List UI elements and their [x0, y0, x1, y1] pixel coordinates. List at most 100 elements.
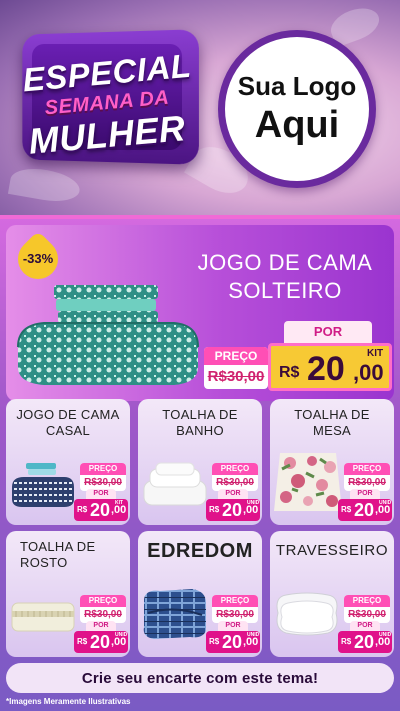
product-card-toalha-mesa[interactable]: TOALHA DE MESA PREÇO R$30,00 POR R$ 20 ,…	[270, 399, 394, 525]
card-title-line-2: BANHO	[176, 423, 224, 438]
tablecloth-image	[274, 453, 342, 511]
old-price-label: PREÇO	[212, 595, 258, 607]
logo-line-2: Aqui	[254, 104, 340, 146]
bath-towel-image	[143, 462, 207, 506]
hero-title-line-1: JOGO DE CAMA	[197, 250, 373, 275]
new-price-box: R$ 20 ,00 KIT	[74, 499, 128, 521]
card-title: TOALHA DE BANHO	[142, 407, 258, 439]
old-price-tag: PREÇO R$30,00	[80, 595, 126, 623]
price-integer: 20	[307, 350, 345, 388]
hero-offer-card[interactable]: -33% JOGO DE CAMA SOLTEIRO PREÇO R$30,00	[6, 225, 394, 401]
product-card-toalha-rosto[interactable]: TOALHA DE ROSTO PREÇO R$30,00 POR R$ 20 …	[6, 531, 130, 657]
product-card-toalha-banho[interactable]: TOALHA DE BANHO PREÇO R$30,00 POR R$ 20 …	[138, 399, 262, 525]
product-card-travesseiro[interactable]: TRAVESSEIRO PREÇO R$30,00 POR R$ 20 ,00 …	[270, 531, 394, 657]
double-bedding-image	[12, 463, 74, 507]
offers-section: -33% JOGO DE CAMA SOLTEIRO PREÇO R$30,00	[0, 215, 400, 711]
new-price-label: POR	[218, 489, 248, 499]
old-price-tag: PREÇO R$30,00	[80, 463, 126, 491]
new-price-label: POR	[86, 489, 116, 499]
new-price-label: POR	[350, 621, 380, 631]
old-price-label: PREÇO	[344, 595, 390, 607]
single-bedding-image	[17, 285, 199, 385]
price-unit: UNID	[379, 500, 392, 506]
currency-symbol: R$	[209, 637, 220, 646]
card-title-line-2: CASAL	[45, 423, 91, 438]
old-price-tag: PREÇO R$30,00	[204, 347, 268, 389]
cta-label: Crie seu encarte com este tema!	[81, 669, 319, 687]
currency-symbol: R$	[77, 637, 88, 646]
price-cents: ,00	[353, 360, 384, 385]
card-title: TRAVESSEIRO	[275, 542, 389, 559]
price-unit: UNID	[247, 500, 260, 506]
currency-symbol: R$	[209, 505, 220, 514]
price-unit: UNID	[379, 632, 392, 638]
new-price-tag: POR R$ 20 ,00 KIT	[268, 321, 392, 393]
cta-button[interactable]: Crie seu encarte com este tema!	[6, 663, 394, 693]
price-integer: 20	[354, 632, 375, 652]
new-price-tag: POR R$ 20 ,00 UNID	[338, 489, 392, 523]
card-title-line-1: TOALHA DE	[162, 407, 238, 422]
currency-symbol: R$	[341, 505, 352, 514]
currency-symbol: R$	[341, 637, 352, 646]
new-price-label: POR	[218, 621, 248, 631]
card-title-line-2: MESA	[312, 423, 352, 438]
card-title-line-1: TOALHA DE	[20, 539, 96, 554]
price-unit: KIT	[367, 348, 384, 359]
price-integer: 20	[354, 500, 375, 520]
price-unit: KIT	[115, 500, 124, 506]
logo-placeholder[interactable]: Sua Logo Aqui	[218, 30, 376, 188]
discount-text: -33%	[22, 251, 54, 266]
discount-badge: -33%	[9, 230, 67, 288]
comforter-image	[143, 589, 206, 639]
new-price-box: R$ 20 ,00 UNID	[338, 499, 392, 521]
face-towel-image	[11, 602, 75, 632]
new-price-label: POR	[284, 321, 372, 343]
card-title-line-1: TOALHA DE	[294, 407, 370, 422]
price-integer: 20	[222, 632, 243, 652]
card-title: JOGO DE CAMA CASAL	[10, 407, 126, 439]
currency-symbol: R$	[279, 364, 300, 381]
logo-line-1: Sua Logo	[237, 71, 357, 101]
new-price-tag: POR R$ 20 ,00 UNID	[206, 489, 260, 523]
old-price-label: PREÇO	[212, 463, 258, 475]
currency-symbol: R$	[77, 505, 88, 514]
hero-title: JOGO DE CAMA SOLTEIRO	[176, 249, 394, 305]
card-title-line-1: JOGO DE CAMA	[16, 407, 120, 422]
old-price-label: PREÇO	[80, 463, 126, 475]
new-price-tag: POR R$ 20 ,00 UNID	[338, 621, 392, 655]
price-integer: 20	[90, 500, 111, 520]
new-price-box: R$ 20 ,00 KIT	[268, 343, 392, 391]
price-unit: UNID	[247, 632, 260, 638]
old-price-label: PREÇO	[80, 595, 126, 607]
old-price-tag: PREÇO R$30,00	[212, 595, 258, 623]
price-integer: 20	[222, 500, 243, 520]
hero-title-line-2: SOLTEIRO	[228, 278, 342, 303]
card-title: EDREDOM	[147, 540, 253, 562]
card-title: TOALHA DE MESA	[274, 407, 390, 439]
new-price-box: R$ 20 ,00 UNID	[74, 631, 128, 653]
old-price-tag: PREÇO R$30,00	[344, 595, 390, 623]
price-unit: UNID	[115, 632, 128, 638]
header-banner: ESPECIAL SEMANA DA MULHER Sua Logo Aqui	[0, 0, 400, 215]
card-title-line-2: ROSTO	[20, 555, 68, 570]
old-price-value: R$30,00	[207, 368, 265, 385]
product-card-jogo-casal[interactable]: JOGO DE CAMA CASAL PREÇO R$30,00 POR R$ …	[6, 399, 130, 525]
price-integer: 20	[90, 632, 111, 652]
new-price-box: R$ 20 ,00 UNID	[206, 631, 260, 653]
new-price-box: R$ 20 ,00 UNID	[338, 631, 392, 653]
petal-decoration	[7, 164, 83, 206]
old-price-label: PREÇO	[344, 463, 390, 475]
old-price-tag: PREÇO R$30,00	[212, 463, 258, 491]
campaign-badge: ESPECIAL SEMANA DA MULHER	[18, 29, 199, 165]
old-price-label: PREÇO	[204, 347, 268, 365]
new-price-label: POR	[350, 489, 380, 499]
old-price-tag: PREÇO R$30,00	[344, 463, 390, 491]
pillow-image	[276, 592, 338, 636]
new-price-label: POR	[86, 621, 116, 631]
disclaimer-text: *Imagens Meramente Ilustrativas	[6, 697, 131, 706]
product-card-edredom[interactable]: EDREDOM PREÇO R$30,00 POR R$ 20 ,00 UNID	[138, 531, 262, 657]
new-price-tag: POR R$ 20 ,00 KIT	[74, 489, 128, 523]
new-price-box: R$ 20 ,00 UNID	[206, 499, 260, 521]
new-price-tag: POR R$ 20 ,00 UNID	[74, 621, 128, 655]
card-title: TOALHA DE ROSTO	[20, 539, 130, 571]
